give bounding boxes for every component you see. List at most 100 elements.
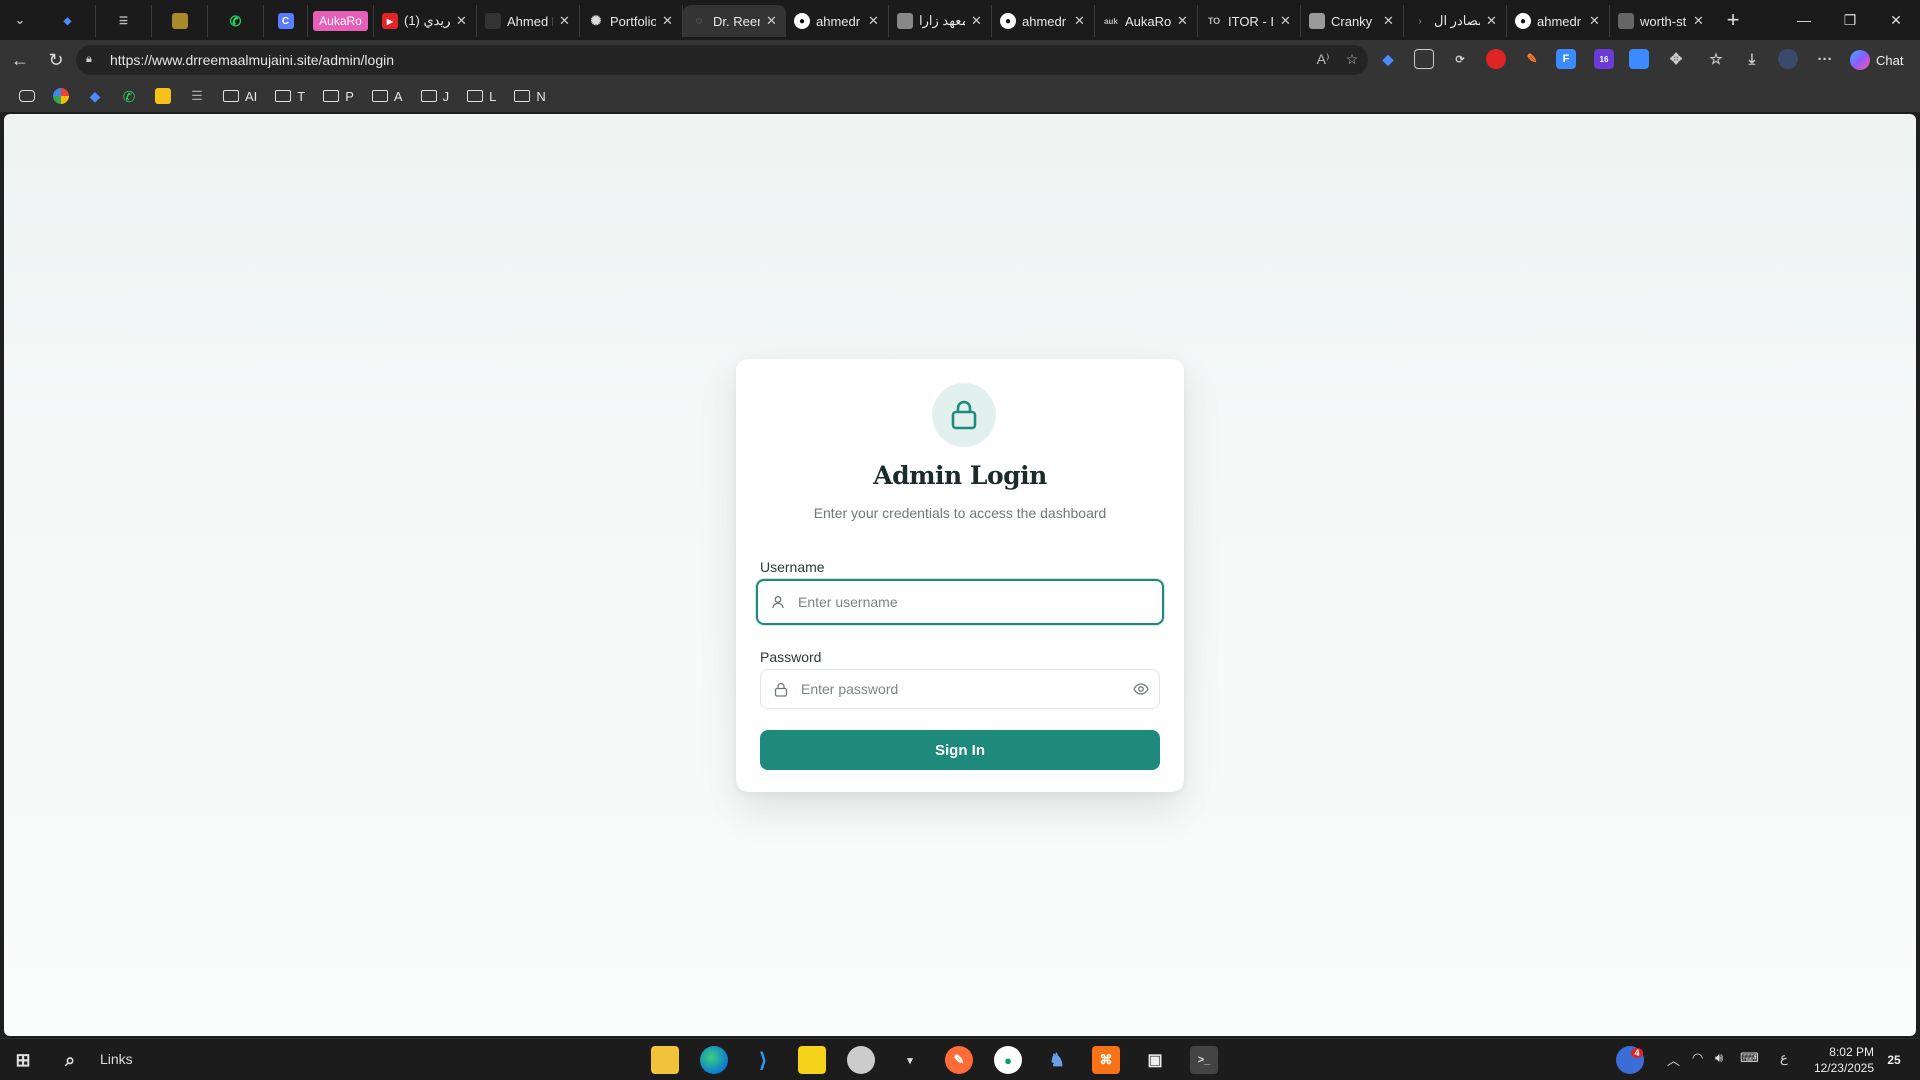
- file-explorer-icon[interactable]: [651, 1046, 679, 1074]
- favorites-icon[interactable]: ☆: [1706, 49, 1726, 69]
- purple-extension-icon[interactable]: 16: [1594, 49, 1614, 69]
- postgres-icon[interactable]: ♞: [1043, 1046, 1071, 1074]
- vscode-icon[interactable]: ⟩: [749, 1046, 777, 1074]
- close-tab-icon[interactable]: ✕: [1589, 13, 1601, 29]
- pinned-tab-c[interactable]: C: [264, 5, 308, 37]
- refresh-button[interactable]: ↻: [38, 42, 74, 78]
- copilot-chat-button[interactable]: Chat: [1850, 46, 1916, 74]
- address-bar[interactable]: 🔒︎ https://www.drreemaalmujaini.site/adm…: [76, 45, 1368, 75]
- input-language[interactable]: ع: [1780, 1050, 1788, 1066]
- tab-github-2[interactable]: ● ahmedr ✕: [992, 5, 1095, 37]
- bookmarks-toggle[interactable]: [10, 83, 44, 109]
- extensions-puzzle-icon[interactable]: ✥: [1666, 49, 1686, 69]
- bookmark-folder-j[interactable]: J: [412, 83, 459, 109]
- tab-github-1[interactable]: ● ahmedr ✕: [786, 5, 889, 37]
- profile-avatar[interactable]: [1778, 49, 1798, 69]
- volume-icon[interactable]: 🔊︎: [1715, 1050, 1723, 1066]
- bookmark-folder-p[interactable]: P: [314, 83, 363, 109]
- back-button[interactable]: ←: [2, 42, 38, 78]
- tab-actions-menu-button[interactable]: ⌄: [0, 0, 40, 40]
- tab-github-3[interactable]: ● ahmedr ✕: [1507, 5, 1610, 37]
- close-tab-icon[interactable]: ✕: [868, 13, 880, 29]
- bookmark-folder-n[interactable]: N: [505, 83, 554, 109]
- minimize-button[interactable]: —: [1781, 0, 1827, 40]
- xampp-icon[interactable]: ⌘: [1092, 1046, 1120, 1074]
- tab-arabic-sources[interactable]: › مصادر ال ✕: [1404, 5, 1507, 37]
- postman-icon[interactable]: ✎: [945, 1046, 973, 1074]
- close-tab-icon[interactable]: ✕: [1280, 13, 1292, 29]
- restore-button[interactable]: ❐: [1827, 0, 1873, 40]
- close-tab-icon[interactable]: ✕: [559, 13, 571, 29]
- tab-aukaro[interactable]: auk AukaRo ✕: [1095, 5, 1198, 37]
- favorite-star-icon[interactable]: ☆: [1341, 48, 1363, 70]
- close-tab-icon[interactable]: ✕: [662, 13, 674, 29]
- bookmark-folder-ai[interactable]: AI: [214, 83, 266, 109]
- screen-capture-extension-icon[interactable]: [1414, 49, 1434, 69]
- bookmark-folder-a[interactable]: A: [363, 83, 412, 109]
- edge-icon[interactable]: [700, 1046, 728, 1074]
- read-aloud-icon[interactable]: A⁾: [1312, 48, 1334, 70]
- bookmark-whatsapp[interactable]: ✆: [112, 83, 146, 109]
- keyboard-icon[interactable]: ⌨: [1740, 1050, 1759, 1066]
- search-icon[interactable]: ⌕: [56, 1046, 84, 1074]
- close-tab-icon[interactable]: ✕: [456, 13, 468, 29]
- bookmark-gemini[interactable]: ◆: [78, 83, 112, 109]
- show-hidden-icons-chevron-icon[interactable]: ︿: [1667, 1050, 1680, 1069]
- tab-itor[interactable]: TO ITOR - Id ✕: [1198, 5, 1301, 37]
- password-field[interactable]: [760, 669, 1160, 709]
- fi-extension-icon[interactable]: F: [1556, 49, 1576, 69]
- tab-cranky[interactable]: Cranky ✕: [1301, 5, 1404, 37]
- notifications-icon[interactable]: 25: [1880, 1046, 1908, 1074]
- bookmark-folder-t[interactable]: T: [266, 83, 314, 109]
- site-info-icon[interactable]: 🔒︎: [86, 53, 100, 67]
- pen-extension-icon[interactable]: ✎: [1522, 49, 1542, 69]
- close-tab-icon[interactable]: ✕: [766, 13, 778, 29]
- close-tab-icon[interactable]: ✕: [971, 13, 983, 29]
- bookmark-keep[interactable]: [146, 83, 180, 109]
- bookmark-list[interactable]: ☰: [180, 83, 214, 109]
- gemini-extension-icon[interactable]: ◆: [1378, 49, 1398, 69]
- close-tab-icon[interactable]: ✕: [1074, 13, 1086, 29]
- system-clock[interactable]: 8:02 PM 12/23/2025: [1798, 1044, 1874, 1076]
- network-icon[interactable]: ◠: [1692, 1050, 1703, 1066]
- windows-start-icon[interactable]: ⊞: [9, 1046, 37, 1074]
- bookmark-google[interactable]: [44, 83, 78, 109]
- clock-app-icon[interactable]: [847, 1046, 875, 1074]
- extension-icon[interactable]: ⟳: [1450, 49, 1470, 69]
- tab-dr-reem[interactable]: ◌ Dr. Reem ✕: [683, 5, 786, 37]
- red-extension-icon[interactable]: [1486, 49, 1506, 69]
- pinned-tab-aukaro[interactable]: AukaRo: [308, 5, 374, 37]
- weather-widget-icon[interactable]: 4: [1616, 1046, 1644, 1074]
- bookmark-folder-l[interactable]: L: [458, 83, 505, 109]
- url-text[interactable]: https://www.drreemaalmujaini.site/admin/…: [110, 52, 394, 68]
- tab-ahmed-r[interactable]: Ahmed R ✕: [477, 5, 580, 37]
- show-password-eye-icon[interactable]: [1123, 669, 1159, 709]
- close-tab-icon[interactable]: ✕: [1486, 13, 1498, 29]
- pinned-tab-gemini[interactable]: ◆: [40, 5, 96, 37]
- more-menu-icon[interactable]: ···: [1815, 49, 1835, 69]
- tab-zara-institute[interactable]: معهد زارا ✕: [889, 5, 992, 37]
- close-tab-icon[interactable]: ✕: [1177, 13, 1189, 29]
- username-field[interactable]: [756, 579, 1164, 625]
- sticky-notes-icon[interactable]: [798, 1046, 826, 1074]
- mongodb-compass-icon[interactable]: ●: [994, 1046, 1022, 1074]
- terminal-icon[interactable]: >_: [1190, 1046, 1218, 1074]
- pinned-tab-list[interactable]: ☰: [96, 5, 152, 37]
- tab-portfolio[interactable]: ✺ Portfolio ✕: [580, 5, 683, 37]
- tab-worth[interactable]: worth-st ✕: [1610, 5, 1713, 37]
- downloads-icon[interactable]: ⤓: [1742, 49, 1762, 69]
- store-bag-icon[interactable]: ▣: [1141, 1046, 1169, 1074]
- pinned-tab-notebook[interactable]: [152, 5, 208, 37]
- close-tab-icon[interactable]: ✕: [1693, 13, 1705, 29]
- terminal-app-icon[interactable]: ▾: [896, 1046, 924, 1074]
- taskbar-search-label[interactable]: Links: [100, 1051, 133, 1067]
- doc-extension-icon[interactable]: [1629, 49, 1649, 69]
- close-window-button[interactable]: ✕: [1873, 0, 1919, 40]
- sign-in-button[interactable]: Sign In: [760, 730, 1160, 770]
- pinned-tab-whatsapp[interactable]: ✆: [208, 5, 264, 37]
- new-tab-button[interactable]: +: [1713, 0, 1753, 40]
- password-input[interactable]: [801, 671, 1123, 707]
- tab-youtube[interactable]: ▶ (1) فريدي ✕: [374, 5, 477, 37]
- username-input[interactable]: [798, 584, 1162, 620]
- close-tab-icon[interactable]: ✕: [1383, 13, 1395, 29]
